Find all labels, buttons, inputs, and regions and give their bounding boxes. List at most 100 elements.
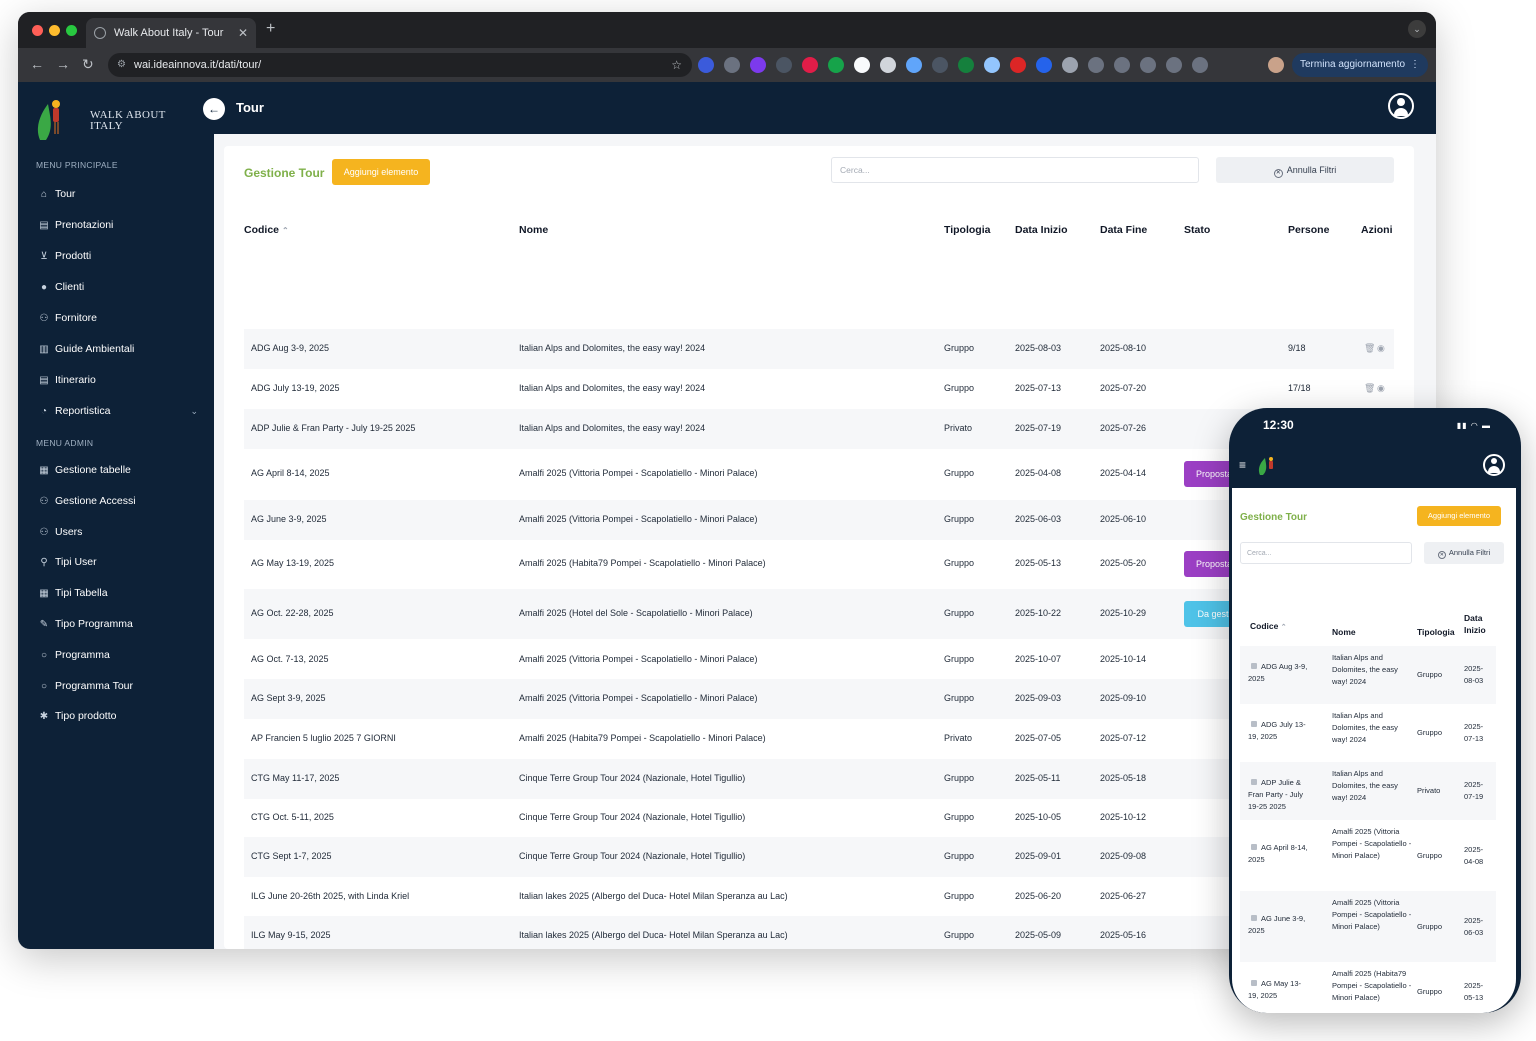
table-row[interactable]: ADG Aug 3-9, 2025 Italian Alps and Dolomi… [1240, 646, 1496, 704]
eye-icon[interactable]: ◉ [1377, 383, 1385, 394]
row-select-icon[interactable] [1251, 980, 1257, 986]
reading-mode-icon[interactable] [1166, 57, 1182, 73]
sidebar-item-guide-ambientali[interactable]: ▥ Guide Ambientali [38, 339, 198, 359]
extension-icon[interactable] [958, 57, 974, 73]
row-select-icon[interactable] [1251, 779, 1257, 785]
extensions-puzzle-icon[interactable] [1062, 57, 1078, 73]
bookmark-star-icon[interactable]: ☆ [671, 53, 682, 77]
table-row[interactable]: ILG June 20-26th 2025, with Linda Kriel I… [244, 877, 1394, 917]
table-row[interactable]: AG April 8-14, 2025 Amalfi 2025 (Vittoria… [244, 449, 1394, 499]
column-header-tipologia[interactable]: Tipologia [1417, 626, 1455, 638]
downloads-icon[interactable] [1088, 57, 1104, 73]
sidebar-item-users[interactable]: ⚇ Users [38, 522, 198, 542]
extension-icon[interactable] [880, 57, 896, 73]
column-header-codice[interactable]: Codice ⌃ [244, 224, 289, 236]
table-row[interactable]: ADG Aug 3-9, 2025 Italian Alps and Dolomi… [244, 329, 1394, 369]
sidebar-item-itinerario[interactable]: ▤ Itinerario [38, 370, 198, 390]
eye-icon[interactable]: ◉ [1377, 343, 1385, 354]
table-row[interactable]: ADG July 13-19, 2025 Italian Alps and Dol… [1240, 704, 1496, 762]
column-header-tipologia[interactable]: Tipologia [944, 224, 990, 236]
column-header-stato[interactable]: Stato [1184, 224, 1210, 236]
sidebar-item-clienti[interactable]: ● Clienti [38, 277, 198, 297]
new-tab-button[interactable]: + [266, 20, 275, 38]
extension-icon[interactable] [802, 57, 818, 73]
column-header-data-inizio[interactable]: Data Inizio [1015, 224, 1068, 236]
extension-icon[interactable] [828, 57, 844, 73]
close-tab-icon[interactable]: ✕ [238, 18, 248, 48]
table-row[interactable]: AP Francien 5 luglio 2025 7 GIORNI Amalfi… [244, 719, 1394, 759]
sidebar-item-tipo-prodotto[interactable]: ✱ Tipo prodotto [38, 706, 198, 726]
user-account-icon[interactable] [1483, 454, 1505, 476]
row-select-icon[interactable] [1251, 663, 1257, 669]
column-header-data-fine[interactable]: Data Fine [1100, 224, 1147, 236]
table-row[interactable]: CTG May 11-17, 2025 Cinque Terre Group To… [244, 759, 1394, 799]
sidebar-item-tipi-tabella[interactable]: ▦ Tipi Tabella [38, 583, 198, 603]
row-select-icon[interactable] [1251, 843, 1257, 850]
minimize-window-button[interactable] [49, 25, 60, 36]
table-row[interactable]: AG May 13-19, 2025 Amalfi 2025 (Habita79 … [244, 540, 1394, 588]
trash-icon[interactable]: 🗑 [1364, 343, 1375, 354]
tab-search-icon[interactable]: ⌄ [1408, 20, 1426, 38]
table-row[interactable]: ADP Julie & Fran Party - July 19-25 2025… [1240, 762, 1496, 820]
table-row[interactable]: AG June 3-9, 2025 Amalfi 2025 (Vittoria P… [244, 500, 1394, 540]
extension-icon[interactable] [906, 57, 922, 73]
table-row[interactable]: AG Oct. 7-13, 2025 Amalfi 2025 (Vittoria … [244, 640, 1394, 680]
row-select-icon[interactable] [1251, 721, 1257, 727]
sidebar-item-fornitore[interactable]: ⚇ Fornitore [38, 308, 198, 328]
column-header-nome[interactable]: Nome [1332, 626, 1356, 638]
sidebar-item-gestione-tabelle[interactable]: ▦ Gestione tabelle [38, 460, 198, 480]
table-row[interactable]: ADP Julie & Fran Party - July 19-25 2025… [244, 409, 1394, 449]
column-header-codice[interactable]: Codice ⌃ [1250, 620, 1287, 634]
chevron-down-icon[interactable]: ⌄ [190, 401, 198, 421]
profile-avatar[interactable] [1268, 57, 1284, 73]
forward-icon[interactable]: → [56, 56, 70, 72]
sidebar-item-prodotti[interactable]: ⊻ Prodotti [38, 246, 198, 266]
extension-icon[interactable] [724, 57, 740, 73]
back-icon[interactable]: ← [30, 56, 44, 72]
extension-icon[interactable] [750, 57, 766, 73]
add-item-button[interactable]: Aggiungi elemento [332, 159, 430, 185]
extension-icon[interactable] [1036, 57, 1052, 73]
table-row[interactable]: AG May 13-19, 2025 Amalfi 2025 (Habita79 … [1240, 962, 1496, 1013]
key-icon[interactable] [1114, 57, 1130, 73]
extension-icon[interactable] [776, 57, 792, 73]
column-header-persone[interactable]: Persone [1288, 224, 1329, 236]
table-row[interactable]: CTG Oct. 5-11, 2025 Cinque Terre Group To… [244, 798, 1394, 838]
browser-tab[interactable]: Walk About Italy - Tour ✕ [86, 18, 256, 48]
sidebar-item-programma-tour[interactable]: ○ Programma Tour [38, 676, 198, 696]
update-button[interactable]: Termina aggiornamento ⋮ [1292, 53, 1428, 77]
reload-icon[interactable]: ↻ [82, 56, 94, 73]
extension-icon[interactable] [984, 57, 1000, 73]
table-row[interactable]: AG Sept 3-9, 2025 Amalfi 2025 (Vittoria P… [244, 679, 1394, 719]
column-header-nome[interactable]: Nome [519, 224, 548, 236]
clear-filters-button[interactable]: ✕ Annulla Filtri [1424, 542, 1504, 564]
devtools-icon[interactable] [1192, 57, 1208, 73]
sidebar-item-gestione-accessi[interactable]: ⚇ Gestione Accessi [38, 491, 198, 511]
clear-filters-button[interactable]: ✕ Annulla Filtri [1216, 157, 1394, 183]
close-window-button[interactable] [32, 25, 43, 36]
table-row[interactable]: AG April 8-14, 2025 Amalfi 2025 (Vittoria… [1240, 820, 1496, 891]
table-row[interactable]: CTG Sept 1-7, 2025 Cinque Terre Group Tou… [244, 837, 1394, 877]
table-row[interactable]: ILG May 9-15, 2025 Italian lakes 2025 (Al… [244, 916, 1394, 949]
extension-icon[interactable] [1010, 57, 1026, 73]
trash-icon[interactable]: 🗑 [1364, 383, 1375, 394]
maximize-window-button[interactable] [66, 25, 77, 36]
extension-icon[interactable] [854, 57, 870, 73]
extension-icon[interactable] [932, 57, 948, 73]
sidebar-item-prenotazioni[interactable]: ▤ Prenotazioni [38, 215, 198, 235]
user-account-icon[interactable] [1388, 93, 1414, 119]
extension-icon[interactable] [698, 57, 714, 73]
search-input[interactable] [831, 157, 1199, 183]
column-header-data-inizio[interactable]: Data Inizio [1464, 612, 1494, 636]
table-row[interactable]: ADG July 13-19, 2025 Italian Alps and Dol… [244, 369, 1394, 409]
sidebar-item-reportistica[interactable]: ◔ Reportistica ⌄ [38, 401, 198, 421]
site-settings-icon[interactable]: ⚙ [117, 53, 126, 77]
address-bar[interactable]: ⚙ wai.ideainnova.it/dati/tour/ ☆ [108, 53, 692, 77]
trash-icon[interactable] [1140, 57, 1156, 73]
sidebar-item-programma[interactable]: ○ Programma [38, 645, 198, 665]
table-row[interactable]: AG Oct. 22-28, 2025 Amalfi 2025 (Hotel de… [244, 589, 1394, 639]
sidebar-item-tour[interactable]: ⌂ Tour [38, 184, 198, 204]
hamburger-menu-icon[interactable]: ≡ [1239, 458, 1246, 472]
collapse-sidebar-button[interactable]: ← [203, 98, 225, 120]
add-item-button[interactable]: Aggiungi elemento [1417, 506, 1501, 526]
